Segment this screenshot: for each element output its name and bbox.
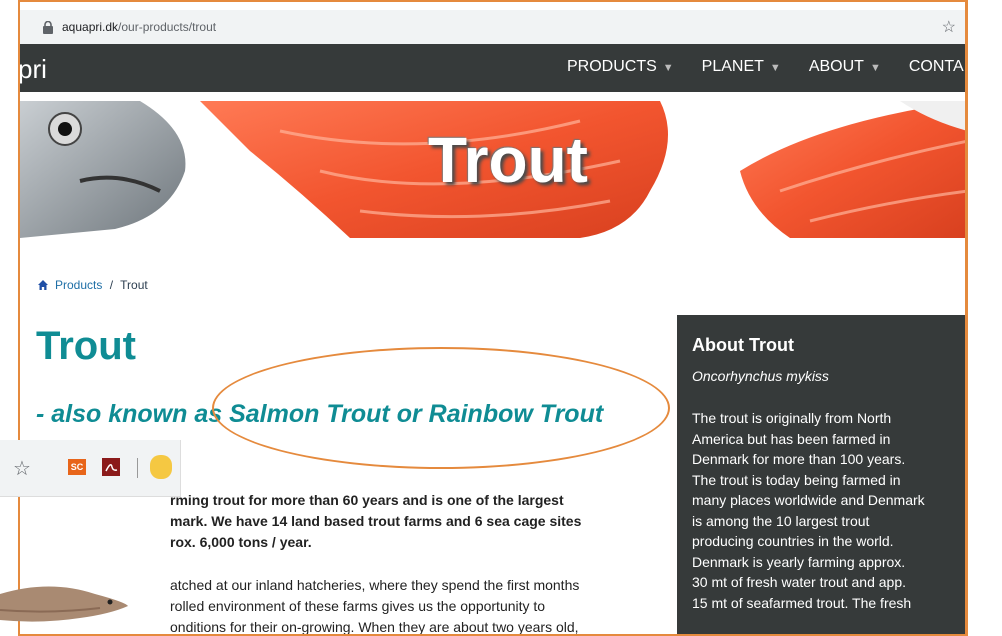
- intro-paragraph: rming trout for more than 60 years and i…: [170, 490, 650, 553]
- pdf-extension-icon[interactable]: [102, 458, 120, 476]
- nav-item-planet[interactable]: PLANET ▼: [702, 58, 781, 76]
- breadcrumb: Products / Trout: [37, 278, 148, 292]
- nav-item-products[interactable]: PRODUCTS ▼: [567, 58, 674, 76]
- url-text: aquapri.dk/our-products/trout: [62, 20, 217, 34]
- site-logo[interactable]: pri: [20, 54, 47, 85]
- bookmark-star-icon[interactable]: ☆: [942, 17, 956, 37]
- chevron-down-icon: ▼: [769, 62, 781, 74]
- panel-title: About Trout: [692, 335, 794, 355]
- page-subtitle: - also known as Salmon Trout or Rainbow …: [36, 400, 604, 428]
- extension-toolbar: ☆ SC: [0, 440, 181, 497]
- hero-banner: Trout: [20, 101, 965, 238]
- banner-title: Trout: [428, 124, 588, 196]
- body-paragraph: atched at our inland hatcheries, where t…: [170, 575, 650, 635]
- breadcrumb-current: Trout: [120, 278, 148, 292]
- nav-menu: PRODUCTS ▼ PLANET ▼ ABOUT ▼ CONTA: [567, 58, 965, 76]
- chevron-down-icon: ▼: [869, 62, 881, 74]
- address-bar[interactable]: aquapri.dk/our-products/trout ☆: [20, 10, 965, 45]
- text-line: onditions for their on-growing. When the…: [170, 619, 579, 635]
- bookmark-star-icon[interactable]: ☆: [13, 456, 31, 481]
- sc-extension-icon[interactable]: SC: [68, 459, 86, 475]
- trout-fish-image: [0, 574, 130, 636]
- text-line: atched at our inland hatcheries, where t…: [170, 577, 580, 593]
- chevron-down-icon: ▼: [662, 62, 674, 74]
- screenshot-frame: aquapri.dk/our-products/trout ☆ pri PROD…: [18, 0, 968, 636]
- text-line: rming trout for more than 60 years and i…: [170, 492, 564, 508]
- main-nav: pri PRODUCTS ▼ PLANET ▼ ABOUT ▼ CONTA: [20, 44, 965, 92]
- text-line: rox. 6,000 tons / year.: [170, 534, 312, 550]
- nav-item-contact[interactable]: CONTA: [909, 58, 964, 76]
- extension-avatar-icon[interactable]: [150, 455, 172, 479]
- toolbar-divider: [137, 458, 138, 478]
- breadcrumb-separator: /: [109, 278, 114, 292]
- page-title: Trout: [36, 324, 136, 368]
- home-icon[interactable]: [37, 279, 49, 291]
- text-line: rolled environment of these farms gives …: [170, 598, 546, 614]
- latin-name: Oncorhynchus mykiss: [692, 368, 829, 384]
- lock-icon: [43, 21, 53, 34]
- breadcrumb-products-link[interactable]: Products: [55, 278, 102, 292]
- panel-text: The trout is originally from North Ameri…: [692, 410, 925, 611]
- text-line: mark. We have 14 land based trout farms …: [170, 513, 582, 529]
- nav-item-about[interactable]: ABOUT ▼: [809, 58, 881, 76]
- about-trout-panel: About Trout Oncorhynchus mykiss The trou…: [677, 315, 965, 634]
